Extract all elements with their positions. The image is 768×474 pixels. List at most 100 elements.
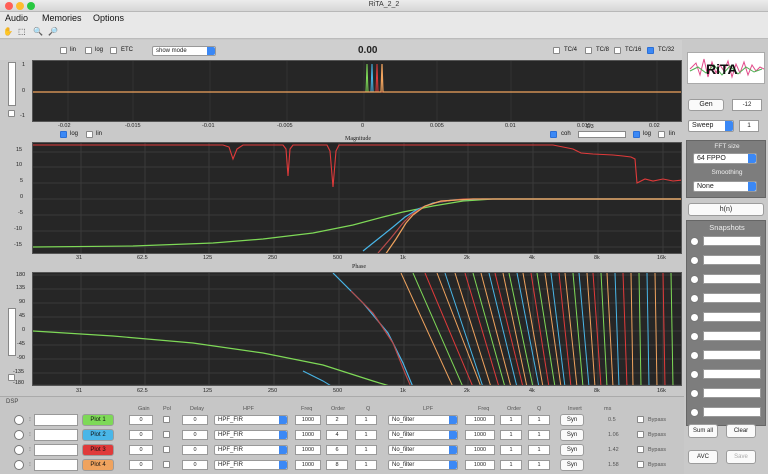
tc16-checkbox[interactable]	[614, 47, 621, 54]
lpf-type-select[interactable]: No_filter	[388, 460, 458, 470]
menu-audio[interactable]: Audio	[5, 13, 28, 23]
hpf-order-field[interactable]: 8	[326, 460, 348, 470]
bypass-checkbox[interactable]	[637, 461, 644, 468]
snapshot-radio[interactable]	[690, 408, 699, 417]
snapshot-name-field[interactable]	[703, 369, 761, 379]
gen-button[interactable]: Gen	[688, 99, 724, 111]
snapshot-name-field[interactable]	[703, 312, 761, 322]
bypass-checkbox[interactable]	[637, 416, 644, 423]
lpf-type-select[interactable]: No_filter	[388, 430, 458, 440]
lpf-freq-field[interactable]: 1000	[465, 415, 495, 425]
phase-plot[interactable]	[32, 272, 682, 386]
lin-checkbox[interactable]	[60, 47, 67, 54]
zoom-in-icon[interactable]: 🔍	[33, 27, 43, 36]
delay-field[interactable]: 0	[182, 430, 208, 440]
coherence-slider[interactable]	[578, 131, 626, 138]
impulse-plot[interactable]	[32, 60, 682, 122]
snapshot-name-field[interactable]	[703, 388, 761, 398]
log-checkbox[interactable]	[85, 47, 92, 54]
impulse-side-checkbox[interactable]	[8, 110, 15, 117]
lpf-q-field[interactable]: 1	[528, 430, 550, 440]
tc4-checkbox[interactable]	[553, 47, 560, 54]
lpf-freq-field[interactable]: 1000	[465, 460, 495, 470]
clear-button[interactable]: Clear	[726, 424, 756, 438]
snapshot-name-field[interactable]	[703, 236, 761, 246]
dsp-row-name-field[interactable]	[34, 429, 78, 441]
snapshot-radio[interactable]	[690, 275, 699, 284]
snapshot-name-field[interactable]	[703, 350, 761, 360]
dsp-row-radio[interactable]	[14, 415, 24, 425]
snapshot-radio[interactable]	[690, 256, 699, 265]
dsp-row-radio[interactable]	[14, 460, 24, 470]
hpf-freq-field[interactable]: 1000	[295, 445, 321, 455]
bypass-checkbox[interactable]	[637, 431, 644, 438]
syn-button[interactable]: Syn	[560, 414, 584, 426]
snapshot-radio[interactable]	[690, 351, 699, 360]
snapshot-name-field[interactable]	[703, 293, 761, 303]
gen-level-field[interactable]: -12	[732, 99, 762, 111]
save-button[interactable]: Save	[726, 450, 756, 464]
sweep-count-field[interactable]: 1	[739, 120, 759, 132]
zoom-out-icon[interactable]: 🔎	[48, 27, 58, 36]
polarity-checkbox[interactable]	[163, 446, 170, 453]
magnitude-plot[interactable]	[32, 142, 682, 254]
hpf-type-select[interactable]: HPF_FIR	[214, 415, 288, 425]
hpf-type-select[interactable]: HPF_FIR	[214, 445, 288, 455]
gain-field[interactable]: 0	[129, 460, 153, 470]
hpf-order-field[interactable]: 6	[326, 445, 348, 455]
coh-checkbox[interactable]	[550, 131, 557, 138]
avc-button[interactable]: AVC	[688, 450, 718, 464]
menu-memories[interactable]: Memories	[42, 13, 82, 23]
dsp-row-name-field[interactable]	[34, 444, 78, 456]
hpf-freq-field[interactable]: 1000	[295, 415, 321, 425]
dsp-row-name-field[interactable]	[34, 459, 78, 471]
lpf-q-field[interactable]: 1	[528, 445, 550, 455]
hpf-q-field[interactable]: 1	[355, 460, 377, 470]
delay-field[interactable]: 0	[182, 445, 208, 455]
log-mag-checkbox[interactable]	[633, 131, 640, 138]
snapshot-name-field[interactable]	[703, 407, 761, 417]
show-mode-select[interactable]: show mode	[152, 46, 216, 56]
hpf-freq-field[interactable]: 1000	[295, 430, 321, 440]
polarity-checkbox[interactable]	[163, 431, 170, 438]
log-freq-checkbox[interactable]	[60, 131, 67, 138]
tc8-checkbox[interactable]	[585, 47, 592, 54]
hn-button[interactable]: h(n)	[688, 203, 764, 216]
plot-button[interactable]: Plot 1	[82, 414, 114, 426]
dsp-row-name-field[interactable]	[34, 414, 78, 426]
sweep-select[interactable]: Sweep	[688, 120, 734, 132]
syn-button[interactable]: Syn	[560, 459, 584, 471]
etc-checkbox[interactable]	[110, 47, 117, 54]
hpf-type-select[interactable]: HPF_FIR	[214, 460, 288, 470]
hpf-q-field[interactable]: 1	[355, 430, 377, 440]
hand-tool-icon[interactable]: ✋	[3, 27, 13, 36]
lin-mag-checkbox[interactable]	[658, 131, 665, 138]
bypass-checkbox[interactable]	[637, 446, 644, 453]
lpf-order-field[interactable]: 1	[500, 460, 522, 470]
lpf-q-field[interactable]: 1	[528, 415, 550, 425]
dsp-row-radio[interactable]	[14, 430, 24, 440]
smoothing-select[interactable]: None	[693, 181, 757, 192]
impulse-vertical-slider[interactable]	[8, 62, 16, 106]
hpf-q-field[interactable]: 1	[355, 415, 377, 425]
snapshot-radio[interactable]	[690, 370, 699, 379]
snapshot-name-field[interactable]	[703, 274, 761, 284]
lpf-type-select[interactable]: No_filter	[388, 445, 458, 455]
lpf-order-field[interactable]: 1	[500, 445, 522, 455]
delay-field[interactable]: 0	[182, 460, 208, 470]
lin-freq-checkbox[interactable]	[86, 131, 93, 138]
plot-button[interactable]: Plot 3	[82, 444, 114, 456]
polarity-checkbox[interactable]	[163, 461, 170, 468]
sum-all-button[interactable]: Sum all	[688, 424, 718, 438]
lpf-order-field[interactable]: 1	[500, 430, 522, 440]
snapshot-radio[interactable]	[690, 389, 699, 398]
fft-size-select[interactable]: 64 FPPO	[693, 153, 757, 164]
snapshot-radio[interactable]	[690, 294, 699, 303]
menu-options[interactable]: Options	[93, 13, 124, 23]
plot-button[interactable]: Plot 2	[82, 429, 114, 441]
hpf-q-field[interactable]: 1	[355, 445, 377, 455]
hpf-type-select[interactable]: HPF_FIR	[214, 430, 288, 440]
plot-button[interactable]: Plot 4	[82, 459, 114, 471]
lpf-q-field[interactable]: 1	[528, 460, 550, 470]
lpf-type-select[interactable]: No_filter	[388, 415, 458, 425]
